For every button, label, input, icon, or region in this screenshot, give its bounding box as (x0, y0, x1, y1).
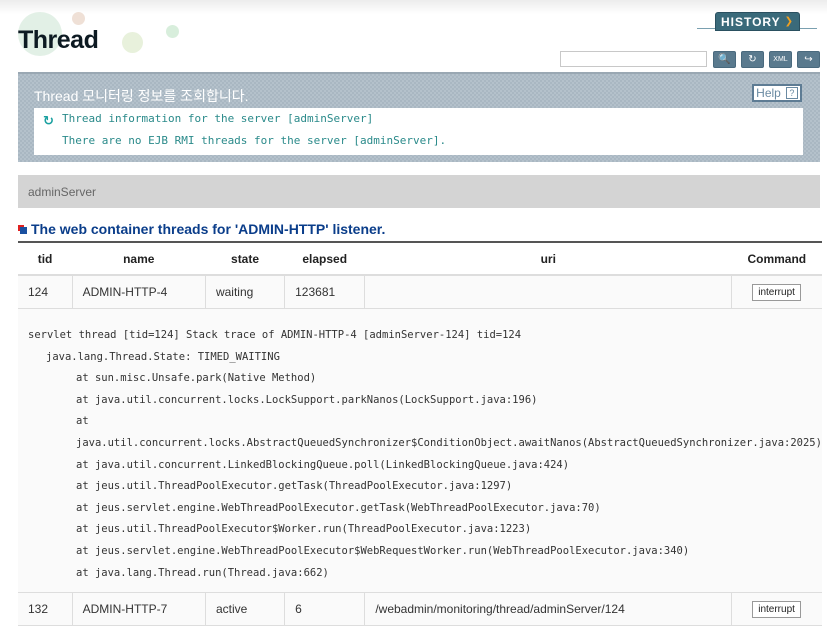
stack-frame: at java.util.concurrent.locks.LockSuppor… (76, 393, 538, 406)
stack-frame: at jeus.util.ThreadPoolExecutor.getTask(… (76, 480, 513, 493)
section-title: The web container threads for 'ADMIN-HTT… (18, 221, 385, 237)
export-xml-button[interactable]: XML (769, 51, 792, 68)
export-button[interactable]: ↪ (797, 51, 820, 68)
threads-table: tid name state elapsed uri Command 124 A… (18, 241, 822, 626)
cell-state: waiting (205, 275, 286, 309)
stack-frame: at java.util.concurrent.locks.AbstractQu… (76, 415, 822, 449)
chevron-down-icon: ❯ (784, 16, 795, 27)
cell-name: ADMIN-HTTP-7 (72, 592, 206, 626)
table-row: 124 ADMIN-HTTP-4 waiting 123681 interrup… (18, 275, 822, 309)
stack-frame: at java.util.concurrent.LinkedBlockingQu… (76, 458, 570, 471)
cell-command: interrupt (731, 592, 822, 626)
info-message: Thread information for the server [admin… (62, 112, 374, 125)
cell-tid: 124 (18, 275, 73, 309)
history-label: HISTORY (720, 14, 781, 29)
table-row: 132 ADMIN-HTTP-7 active 6 /webadmin/moni… (18, 592, 822, 626)
cell-name: ADMIN-HTTP-4 (72, 275, 206, 309)
question-icon: ? (785, 87, 798, 99)
cell-command: interrupt (731, 275, 822, 309)
search-icon: 🔍 (718, 54, 731, 65)
stack-trace-row: servlet thread [tid=124] Stack trace of … (18, 308, 822, 594)
column-header-name: name (72, 241, 206, 276)
column-header-command: Command (731, 241, 822, 276)
page-title: Thread (18, 26, 99, 54)
server-header: adminServer (18, 175, 820, 208)
stack-trace: servlet thread [tid=124] Stack trace of … (18, 308, 822, 594)
refresh-button[interactable]: ↻ (741, 51, 764, 68)
info-panel: Thread 모니터링 정보를 조회합니다. Help ? ↻ Thread i… (18, 72, 820, 162)
search-input[interactable] (560, 51, 707, 67)
decorative-circle (122, 32, 143, 53)
decorative-circle (72, 12, 85, 25)
bullet-icon (18, 224, 27, 234)
stack-frame: at java.lang.Thread.run(Thread.java:662) (76, 566, 329, 579)
table-header-row: tid name state elapsed uri Command (18, 241, 822, 276)
section-title-text: The web container threads for 'ADMIN-HTT… (31, 221, 386, 237)
stack-frame: at sun.misc.Unsafe.park(Native Method) (76, 372, 317, 385)
info-title: Thread 모니터링 정보를 조회합니다. (34, 88, 249, 104)
history-button[interactable]: HISTORY ❯ (715, 12, 800, 31)
xml-export-icon: XML (773, 56, 788, 63)
interrupt-button[interactable]: interrupt (752, 600, 801, 618)
server-name: adminServer (28, 185, 97, 199)
refresh-icon: ↻ (748, 54, 757, 65)
column-header-state: state (205, 241, 285, 276)
cell-tid: 132 (18, 592, 73, 626)
cell-uri (364, 275, 733, 309)
help-button[interactable]: Help ? (752, 84, 802, 102)
stack-frame: at jeus.util.ThreadPoolExecutor$Worker.r… (76, 523, 532, 536)
stack-frame: at jeus.servlet.engine.WebThreadPoolExec… (76, 544, 690, 557)
stack-trace-header: servlet thread [tid=124] Stack trace of … (28, 329, 522, 341)
cell-state: active (205, 592, 286, 626)
cell-uri: /webadmin/monitoring/thread/adminServer/… (364, 592, 733, 626)
info-messages: ↻ Thread information for the server [adm… (34, 108, 803, 155)
interrupt-button[interactable]: interrupt (752, 283, 801, 301)
stack-trace-state: java.lang.Thread.State: TIMED_WAITING (46, 350, 280, 363)
column-header-tid: tid (18, 241, 73, 276)
decorative-circle (166, 25, 179, 38)
column-header-elapsed: elapsed (284, 241, 365, 276)
export-icon: ↪ (804, 54, 813, 65)
info-message: There are no EJB RMI threads for the ser… (62, 134, 447, 147)
column-header-uri: uri (364, 241, 732, 276)
search-button[interactable]: 🔍 (713, 51, 736, 68)
top-gradient-bar (0, 0, 827, 14)
stack-frame: at jeus.servlet.engine.WebThreadPoolExec… (76, 501, 601, 514)
sync-icon: ↻ (43, 113, 54, 128)
cell-elapsed: 6 (284, 592, 366, 626)
cell-elapsed: 123681 (284, 275, 366, 309)
help-label: Help (756, 86, 781, 100)
